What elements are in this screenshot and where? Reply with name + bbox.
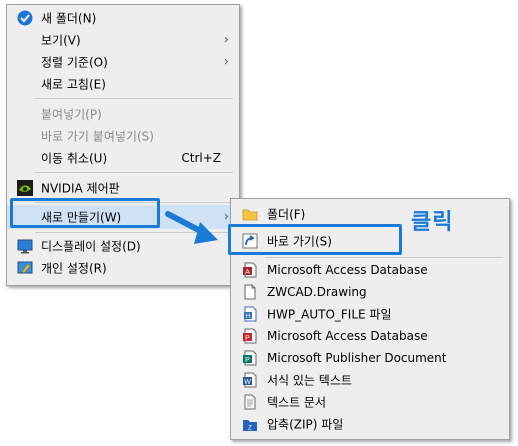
callout-text: 클릭: [411, 210, 454, 235]
